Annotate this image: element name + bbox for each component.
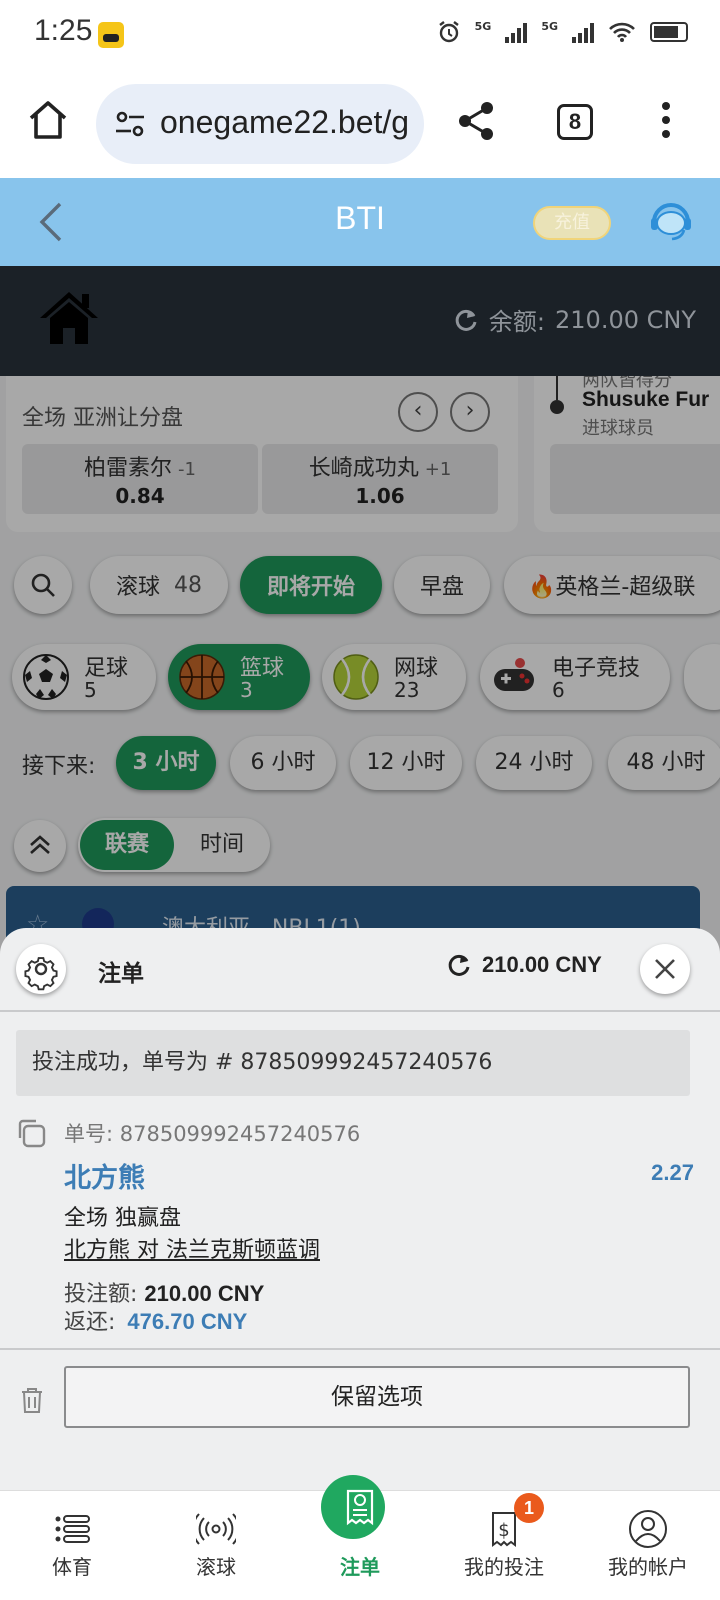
- selection-odds: 2.27: [651, 1160, 694, 1185]
- copy-icon[interactable]: [16, 1118, 46, 1148]
- page-title: BTI: [335, 200, 385, 236]
- nav-label: 体育: [52, 1555, 92, 1579]
- browser-home-icon[interactable]: [26, 98, 70, 142]
- return-label: 返还:: [64, 1310, 116, 1335]
- bet-slip-balance-amount: 210.00 CNY: [482, 952, 602, 977]
- nav-account[interactable]: 我的帐户: [576, 1491, 720, 1600]
- site-settings-icon[interactable]: [114, 110, 146, 138]
- divider: [0, 1348, 720, 1350]
- bet-slip-balance: 210.00 CNY: [446, 952, 602, 978]
- keep-selection-button[interactable]: 保留选项: [64, 1366, 690, 1428]
- network-5g-label-2: 5G: [541, 20, 558, 33]
- nav-sports[interactable]: 体育: [0, 1491, 144, 1600]
- status-time: 1:25: [34, 14, 93, 47]
- balance-bar: 余额: 210.00 CNY: [0, 266, 720, 376]
- list-icon: [55, 1515, 90, 1543]
- user-avatar-icon: [629, 1510, 667, 1548]
- stake-amount: 210.00 CNY: [144, 1281, 265, 1306]
- alarm-icon: [438, 21, 459, 43]
- market-name: 全场 独赢盘: [64, 1206, 181, 1231]
- close-icon: [655, 959, 675, 979]
- status-icons: 5G 5G: [437, 20, 688, 44]
- bottom-navigation: 体育 滚球 注单 $ 1 我的投注 我的帐户: [0, 1475, 720, 1600]
- match-link[interactable]: 北方熊 对 法兰克斯顿蓝调: [64, 1232, 320, 1264]
- nav-label: 滚球: [196, 1555, 236, 1579]
- network-5g-label: 5G: [474, 20, 492, 33]
- signal-icon-2: [572, 21, 594, 43]
- nav-label: 注单: [340, 1555, 380, 1579]
- nav-bet-slip[interactable]: 注单: [288, 1475, 432, 1600]
- share-icon[interactable]: [456, 100, 496, 142]
- balance-amount: 210.00 CNY: [555, 305, 696, 334]
- balance-label: 余额:: [488, 308, 546, 336]
- home-icon[interactable]: [38, 288, 100, 348]
- refresh-icon[interactable]: [446, 952, 472, 978]
- browser-menu-icon[interactable]: [660, 102, 672, 142]
- recharge-button[interactable]: 充值: [533, 206, 611, 240]
- balance-display: 余额: 210.00 CNY: [453, 302, 696, 337]
- receipt-icon: [346, 1489, 374, 1526]
- svg-text:$: $: [498, 1520, 509, 1541]
- my-bets-badge: 1: [514, 1493, 544, 1523]
- refresh-icon[interactable]: [453, 307, 479, 333]
- bet-success-message: 投注成功，单号为 # 878509992457240576: [16, 1030, 690, 1096]
- ticket-number: 单号: 878509992457240576: [64, 1122, 361, 1146]
- wifi-icon: [609, 22, 635, 42]
- browser-toolbar: onegame22.bet/g 8: [0, 70, 720, 178]
- bet-slip-header: 注单 210.00 CNY: [0, 928, 720, 1012]
- address-bar[interactable]: onegame22.bet/g: [96, 84, 424, 164]
- tab-switcher-button[interactable]: 8: [557, 104, 593, 140]
- trash-icon[interactable]: [20, 1386, 44, 1414]
- battery-icon: [650, 22, 688, 42]
- nav-live[interactable]: 滚球: [144, 1491, 288, 1600]
- selection-name: 北方熊: [64, 1163, 145, 1194]
- status-bar: 1:25 5G 5G: [0, 0, 720, 70]
- settings-button[interactable]: [16, 944, 66, 994]
- live-broadcast-icon: [196, 1513, 236, 1545]
- gear-icon: [24, 957, 58, 991]
- close-button[interactable]: [640, 944, 690, 994]
- url-text: onegame22.bet/g: [160, 104, 410, 140]
- nav-my-bets[interactable]: $ 1 我的投注: [432, 1491, 576, 1600]
- return-row: 返还: 476.70 CNY: [64, 1304, 247, 1336]
- notification-icon: [98, 22, 124, 48]
- nav-label: 我的帐户: [608, 1555, 688, 1579]
- return-amount: 476.70 CNY: [127, 1309, 248, 1334]
- bet-slip-sheet: 注单 210.00 CNY 投注成功，单号为 # 878509992457240…: [0, 928, 720, 1490]
- customer-support-icon[interactable]: [648, 200, 694, 244]
- nav-label: 我的投注: [464, 1555, 544, 1579]
- app-header: BTI 充值: [0, 178, 720, 266]
- bet-slip-title: 注单: [98, 961, 144, 987]
- signal-icon: [505, 21, 528, 43]
